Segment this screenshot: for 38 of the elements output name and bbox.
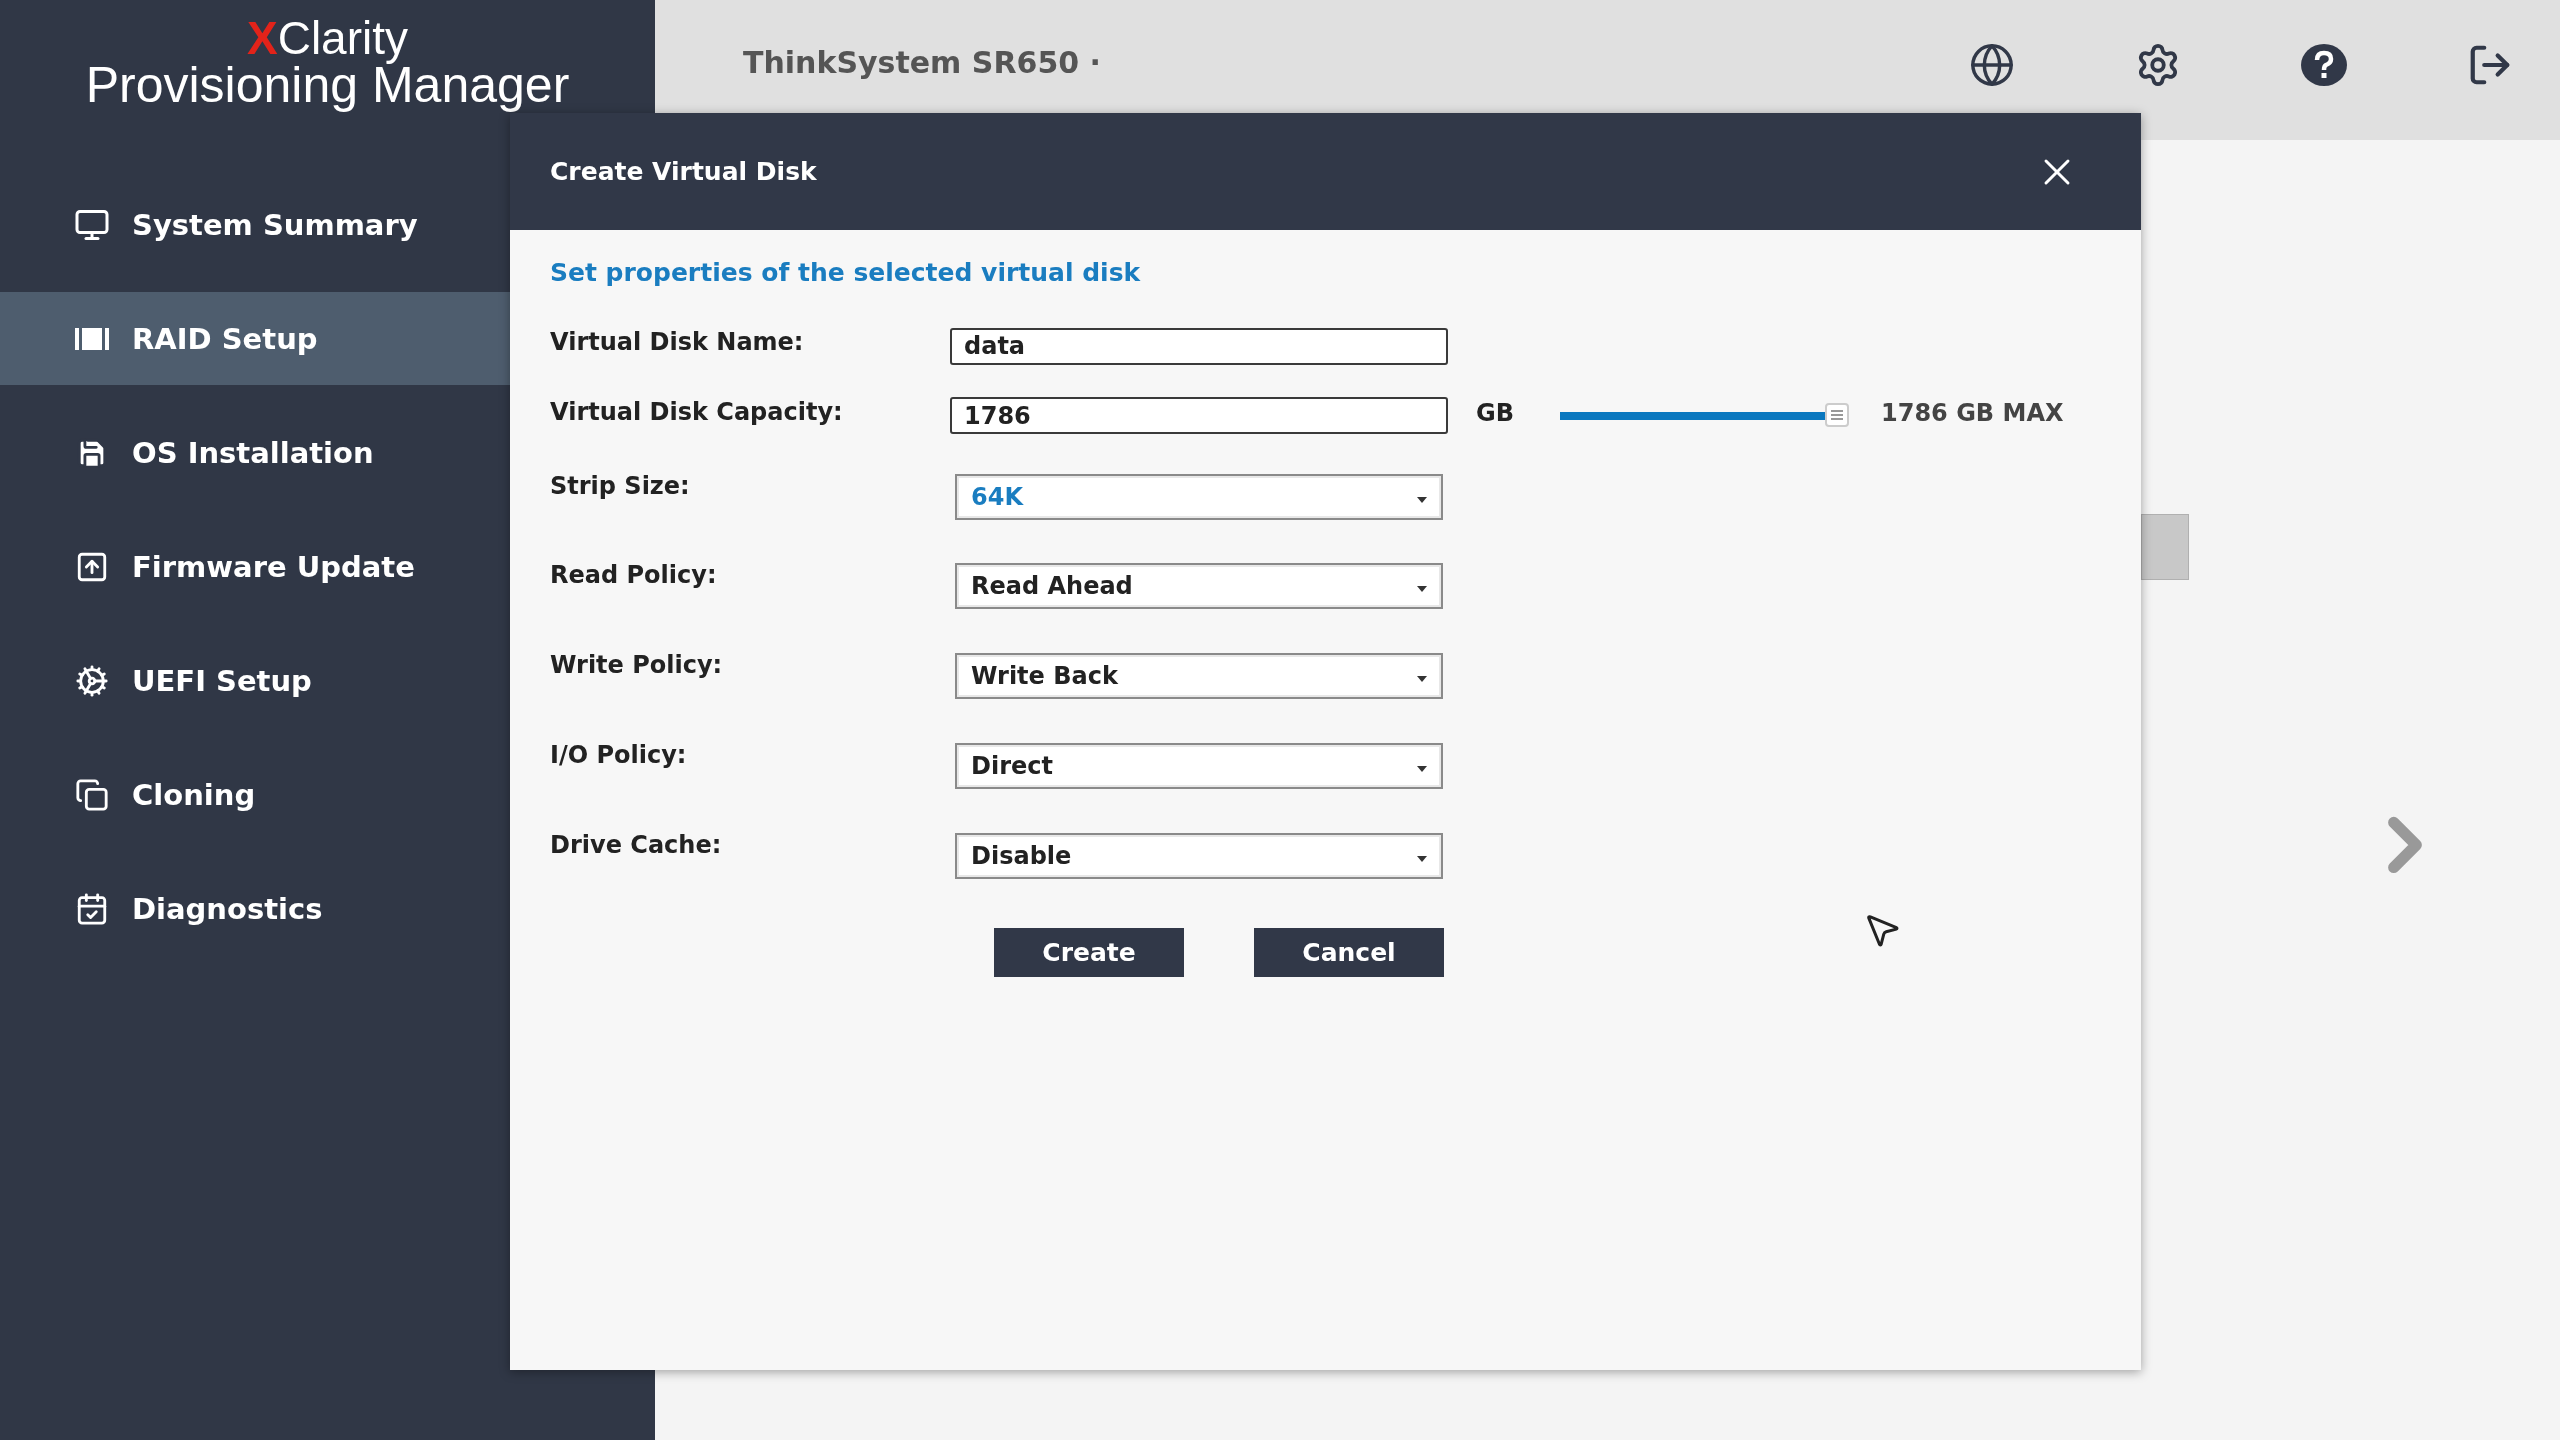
dropdown[interactable]: Direct [955, 743, 1443, 789]
dialog-subtitle: Set properties of the selected virtual disk [550, 257, 1142, 289]
field-label: Virtual Disk Capacity: [550, 397, 844, 428]
sidebar-item-label: Cloning [132, 777, 256, 812]
capacity-input[interactable]: 1786 [950, 397, 1448, 434]
caret-icon [1417, 586, 1427, 592]
system-title: ThinkSystem SR650 · [743, 44, 1102, 80]
sidebar-item-label: Firmware Update [132, 549, 415, 584]
field-label: I/O Policy: [550, 741, 688, 771]
dropdown[interactable]: 64K [955, 474, 1443, 520]
caret-icon [1417, 856, 1427, 862]
field-label: Write Policy: [550, 651, 724, 681]
caret-icon [1417, 766, 1427, 772]
caret-icon [1417, 497, 1427, 503]
create-button[interactable]: Create [994, 928, 1184, 977]
max-capacity-label: 1786 GB MAX [1881, 398, 2064, 429]
logo-mark: X [247, 16, 278, 60]
help-icon[interactable] [2300, 41, 2348, 89]
dialog-title: Create Virtual Disk [550, 157, 817, 186]
sidebar-item-label: System Summary [132, 207, 418, 242]
sidebar-item[interactable]: Diagnostics [0, 862, 655, 955]
globe-icon[interactable] [1968, 41, 2016, 89]
dropdown[interactable]: Read Ahead [955, 563, 1443, 609]
cancel-button[interactable]: Cancel [1254, 928, 1444, 977]
dropdown[interactable]: Disable [955, 833, 1443, 879]
field-label: Drive Cache: [550, 831, 723, 861]
unit-label: GB [1476, 398, 1514, 429]
slider-thumb[interactable] [1825, 402, 1849, 427]
sidebar-item-label: UEFI Setup [132, 663, 312, 698]
sidebar-item-label: OS Installation [132, 435, 374, 470]
field-label: Read Policy: [550, 561, 718, 591]
sidebar-item-label: RAID Setup [132, 321, 318, 356]
name-input[interactable]: data [950, 327, 1448, 365]
partial-panel [2141, 514, 2189, 580]
field-label: Strip Size: [550, 472, 691, 502]
dropdown[interactable]: Write Back [955, 653, 1443, 699]
caret-icon [1417, 676, 1427, 682]
sidebar-item-label: Diagnostics [132, 891, 323, 926]
